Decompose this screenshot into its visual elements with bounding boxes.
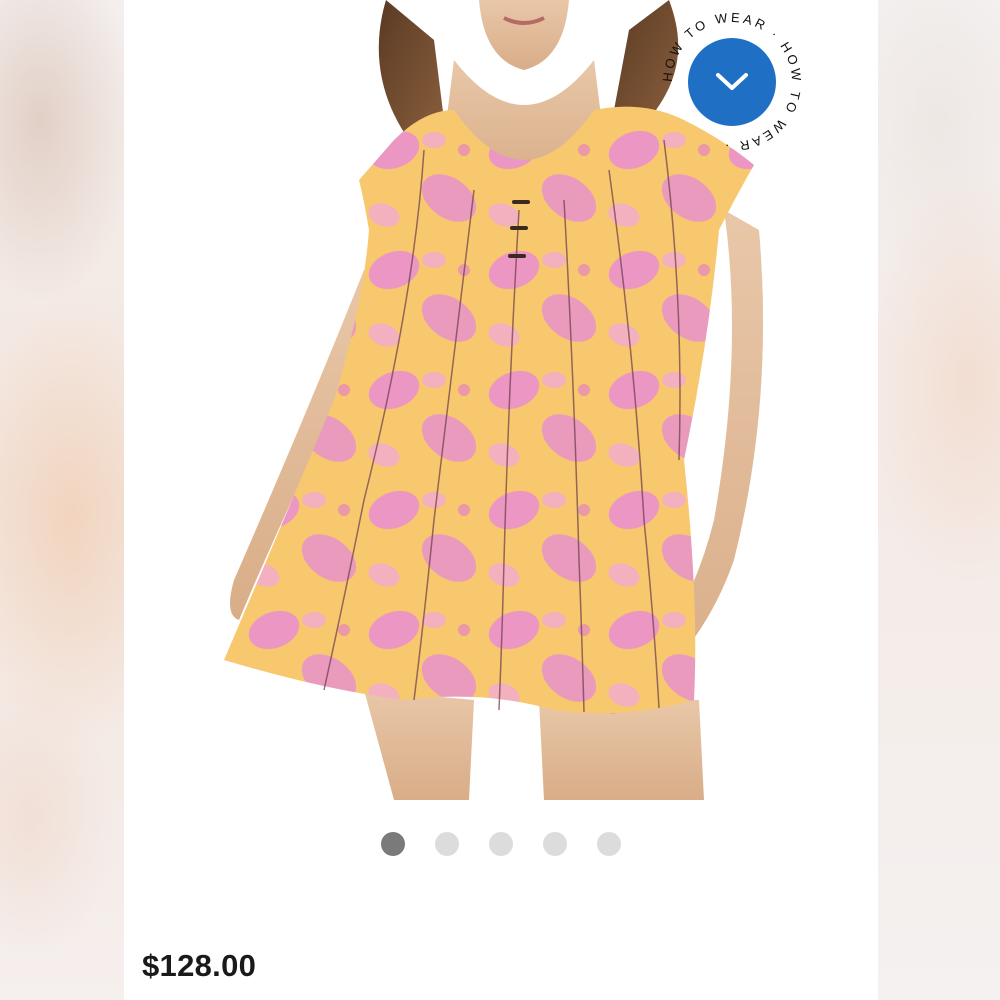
- carousel-dot-4[interactable]: [543, 832, 567, 856]
- blurred-backdrop-right: [878, 0, 1000, 1000]
- carousel-dot-2[interactable]: [435, 832, 459, 856]
- screenshot-frame: HOW TO WEAR · HOW TO WEAR · $128.00: [0, 0, 1000, 1000]
- carousel-indicators: [124, 832, 878, 856]
- chevron-down-icon: [716, 73, 748, 90]
- product-card: HOW TO WEAR · HOW TO WEAR · $128.00: [124, 0, 878, 1000]
- carousel-dot-1[interactable]: [381, 832, 405, 856]
- carousel-dot-3[interactable]: [489, 832, 513, 856]
- how-to-wear-button[interactable]: [688, 38, 776, 126]
- blurred-backdrop-left: [0, 0, 124, 1000]
- how-to-wear-badge[interactable]: HOW TO WEAR · HOW TO WEAR ·: [660, 0, 810, 160]
- product-price: $128.00: [142, 948, 257, 983]
- carousel-dot-5[interactable]: [597, 832, 621, 856]
- product-image[interactable]: HOW TO WEAR · HOW TO WEAR ·: [124, 0, 878, 810]
